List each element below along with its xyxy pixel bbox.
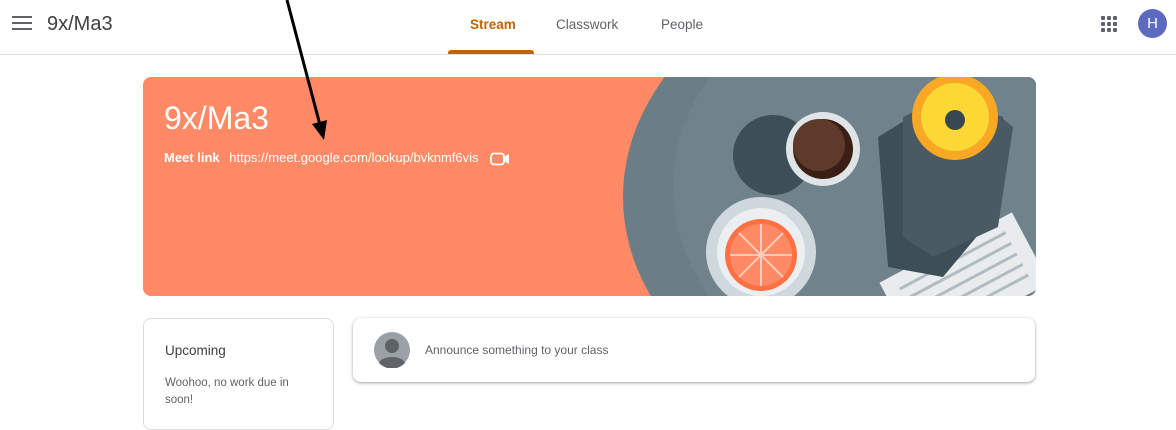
meet-link-row: Meet link https://meet.google.com/lookup… [164, 150, 510, 166]
upcoming-card: Upcoming Woohoo, no work due in soon! [143, 318, 334, 430]
class-title[interactable]: 9x/Ma3 [47, 13, 113, 36]
tab-people[interactable]: People [661, 17, 703, 32]
menu-icon[interactable] [12, 16, 32, 32]
tab-stream[interactable]: Stream [470, 17, 516, 32]
account-avatar[interactable]: H [1138, 9, 1167, 38]
active-tab-indicator [448, 50, 534, 54]
meet-link-url[interactable]: https://meet.google.com/lookup/bvknmf6vi… [229, 150, 478, 165]
person-avatar-icon [374, 332, 410, 368]
video-camera-icon[interactable] [490, 152, 510, 166]
meet-link-label: Meet link [164, 150, 220, 165]
upcoming-title: Upcoming [165, 343, 226, 358]
announce-placeholder: Announce something to your class [425, 343, 609, 357]
class-banner: 9x/Ma3 Meet link https://meet.google.com… [143, 77, 1036, 296]
announce-box[interactable]: Announce something to your class [353, 318, 1035, 382]
apps-grid-icon[interactable] [1100, 15, 1118, 33]
banner-illustration [623, 77, 1036, 296]
tab-classwork[interactable]: Classwork [556, 17, 618, 32]
top-app-bar: 9x/Ma3 Stream Classwork People H [0, 0, 1176, 55]
upcoming-empty-text: Woohoo, no work due in soon! [165, 377, 289, 406]
banner-class-title: 9x/Ma3 [164, 100, 269, 136]
